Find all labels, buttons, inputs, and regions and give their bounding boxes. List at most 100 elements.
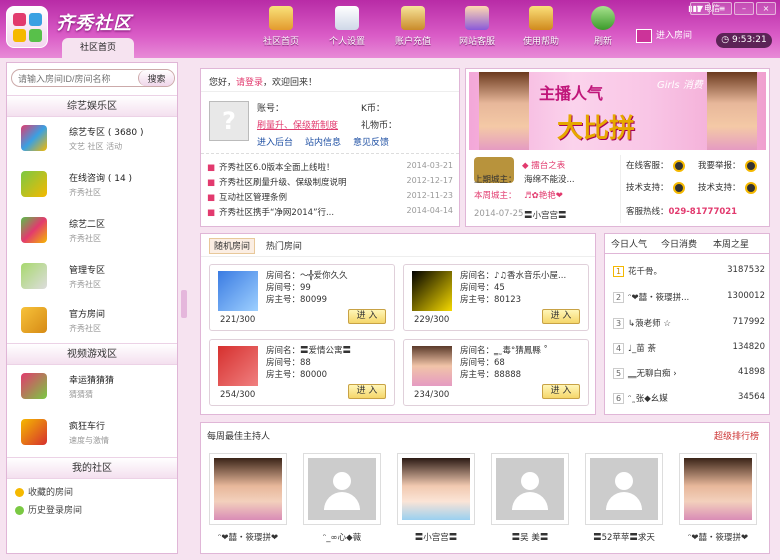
tab-hot-rooms[interactable]: 热门房间 — [262, 239, 306, 255]
sidebar-item-lucky-guess[interactable]: 幸运猜猜猜 猜猜猜 — [19, 369, 169, 407]
skin-icon[interactable]: ▼ — [690, 2, 710, 15]
bullet-icon: ■ — [207, 163, 216, 173]
login-link[interactable]: 请登录 — [236, 78, 263, 88]
ranking-row[interactable]: 5 ‗‗无聊白痴 › 41898 — [613, 367, 765, 381]
host-card[interactable] — [679, 453, 757, 525]
host-name[interactable]: ᵔ❤囍・筱璎拼❤ — [674, 531, 762, 543]
app-window: 齐秀社区 社区首页 社区首页 个人设置 账户充值 网站客服 使用帮助 刷新 进入… — [0, 0, 780, 560]
super-ranking-link[interactable]: 超级排行榜 — [714, 429, 759, 442]
host-photo — [707, 72, 757, 150]
clock: ◷ 9:53:21 — [716, 33, 772, 48]
news-item[interactable]: ■ 互动社区管理条例 2012-11-23 — [207, 191, 457, 205]
room-card[interactable]: 254/300 房间名：〓爱情公寓〓 房间号：88 房主号：80000 进 入 — [209, 339, 395, 406]
upgrade-rules-link[interactable]: 刷量升、保级新制度 — [257, 118, 338, 131]
penguin-icon — [672, 159, 685, 172]
ranking-panel: 今日人气 今日消费 本周之星 1 花千骨。 3187532 2 ᵔ❤囍・筱璎拼... 1… — [604, 233, 770, 415]
host-card[interactable] — [209, 453, 287, 525]
sidebar-item-variety2[interactable]: 综艺二区 齐秀社区 — [19, 213, 169, 251]
consult-icon — [21, 171, 47, 197]
section-games[interactable]: 视频游戏区 — [7, 343, 177, 365]
banner-host-name[interactable]: 〓小宫宫〓 — [524, 209, 567, 221]
kcoin-label: K币： — [361, 104, 385, 114]
enter-room-button[interactable]: 进 入 — [348, 309, 386, 324]
host-card[interactable] — [491, 453, 569, 525]
enter-room-button[interactable]: 进 入 — [348, 384, 386, 399]
report-link[interactable]: 我要举报： — [698, 159, 757, 172]
variety2-icon — [21, 217, 47, 243]
ranking-row[interactable]: 3 ↳蒗老师 ☆ 717992 — [613, 317, 765, 331]
room-card[interactable]: 229/300 房间名：♪♫香水音乐小屋... 房间号：45 房主号：80123 进… — [403, 264, 589, 331]
tech-support-2[interactable]: 技术支持： — [698, 181, 757, 194]
bullet-icon: ■ — [207, 193, 216, 203]
nav-settings[interactable]: 个人设置 — [318, 6, 376, 54]
close-icon[interactable]: × — [756, 2, 776, 15]
host-name[interactable]: 〓吴 美〓 — [486, 531, 574, 543]
nav-help[interactable]: 使用帮助 — [512, 6, 570, 54]
lucky-guess-icon — [21, 373, 47, 399]
news-item[interactable]: ■ 齐秀社区6.0版本全面上线啦！ 2014-03-21 — [207, 161, 457, 175]
sidebar-item-admin[interactable]: 管理专区 齐秀社区 — [19, 259, 169, 297]
host-photo — [214, 458, 282, 520]
sidebar-collapse-handle[interactable] — [181, 290, 187, 318]
section-entertainment[interactable]: 综艺娱乐区 — [7, 95, 177, 117]
sidebar-item-variety[interactable]: 综艺专区 ( 3680 ) 文艺 社区 活动 — [19, 121, 169, 159]
tab-weekly-star[interactable]: 本周之星 — [713, 237, 749, 250]
penguin-icon — [744, 181, 757, 194]
news-item[interactable]: ■ 齐秀社区携手“净网2014”行... 2014-04-14 — [207, 206, 457, 220]
tab-today-spending[interactable]: 今日消费 — [661, 237, 697, 250]
host-photo — [402, 458, 470, 520]
tab-random-rooms[interactable]: 随机房间 — [209, 238, 256, 254]
room-tabs: 随机房间 热门房间 — [209, 238, 310, 255]
nav-recharge[interactable]: 账户充值 — [384, 6, 442, 54]
ranking-row[interactable]: 4 ♩_苗 荼 134820 — [613, 342, 765, 356]
section-mine[interactable]: 我的社区 — [7, 457, 177, 479]
favorite-rooms-link[interactable]: 收藏的房间 — [15, 485, 73, 498]
header-bar: 齐秀社区 社区首页 社区首页 个人设置 账户充值 网站客服 使用帮助 刷新 进入… — [0, 0, 780, 58]
race-car-icon — [21, 419, 47, 445]
tab-home[interactable]: 社区首页 — [62, 38, 134, 58]
host-card[interactable] — [585, 453, 663, 525]
nav-home[interactable]: 社区首页 — [252, 6, 310, 54]
host-name[interactable]: 〓52苹苹〓求天 — [580, 531, 668, 543]
host-card[interactable] — [397, 453, 475, 525]
enter-room-button[interactable]: 进入房间 — [636, 28, 692, 43]
penguin-icon — [744, 159, 757, 172]
promo-banner[interactable]: 主播人气 Girls 消费 大比拼 — [469, 72, 766, 150]
online-service[interactable]: 在线客服： — [626, 159, 685, 172]
host-card[interactable] — [303, 453, 381, 525]
last-king-name[interactable]: 海绵不能没... — [524, 173, 575, 185]
host-name[interactable]: ᵔ_∞心◆薇 — [298, 531, 386, 543]
welcome-panel: 您好，请登录，欢迎回来！ 账号： K币： 刷量升、保级新制度 礼物币： 进入后台… — [200, 68, 460, 227]
room-card[interactable]: 234/300 房间名：‗˷毒°猜鳳縣 ˚ 房间号：68 房主号：88888 进 入 — [403, 339, 589, 406]
sidebar-item-consult[interactable]: 在线咨询 ( 14 ) 齐秀社区 — [19, 167, 169, 205]
app-logo — [6, 6, 48, 48]
feedback-link[interactable]: 意见反馈 — [353, 135, 389, 148]
sidebar-item-official[interactable]: 官方房间 齐秀社区 — [19, 303, 169, 341]
enter-room-button[interactable]: 进 入 — [542, 384, 580, 399]
tab-today-popularity[interactable]: 今日人气 — [611, 237, 647, 250]
star-icon — [15, 488, 24, 497]
history-icon — [15, 506, 24, 515]
nav-refresh[interactable]: 刷新 — [574, 6, 632, 54]
ranking-row[interactable]: 6 ᵔ˷张◆幺媒 34564 — [613, 392, 765, 406]
enter-room-button[interactable]: 进 入 — [542, 309, 580, 324]
news-item[interactable]: ■ 齐秀社区刷量升级、保级制度说明 2012-12-17 — [207, 176, 457, 190]
host-name[interactable]: ᵔ❤囍・筱璎拼❤ — [204, 531, 292, 543]
minimize-icon[interactable]: – — [734, 2, 754, 15]
sidebar-item-race[interactable]: 疯狂车行 速度与激情 — [19, 415, 169, 453]
window-controls: ▼ ≡ – × — [688, 2, 776, 16]
menu-icon[interactable]: ≡ — [712, 2, 732, 15]
bullet-icon: ■ — [207, 178, 216, 188]
tech-support-1[interactable]: 技术支持： — [626, 181, 685, 194]
history-rooms-link[interactable]: 历史登录房间 — [15, 503, 82, 516]
search-button[interactable]: 搜索 — [138, 70, 174, 86]
nav-support[interactable]: 网站客服 — [448, 6, 506, 54]
search-input[interactable] — [18, 72, 138, 85]
backend-link[interactable]: 进入后台 — [257, 135, 293, 148]
room-card[interactable]: 221/300 房间名：～╬爱你久久 房间号：99 房主号：80099 进 入 — [209, 264, 395, 331]
ranking-row[interactable]: 2 ᵔ❤囍・筱璎拼... 1300012 — [613, 291, 765, 305]
ranking-row[interactable]: 1 花千骨。 3187532 — [613, 265, 765, 279]
week-king-name[interactable]: ♬✿艳艳❤ — [524, 189, 563, 201]
host-name[interactable]: 〓小宫宫〓 — [392, 531, 480, 543]
messages-link[interactable]: 站内信息 — [305, 135, 341, 148]
